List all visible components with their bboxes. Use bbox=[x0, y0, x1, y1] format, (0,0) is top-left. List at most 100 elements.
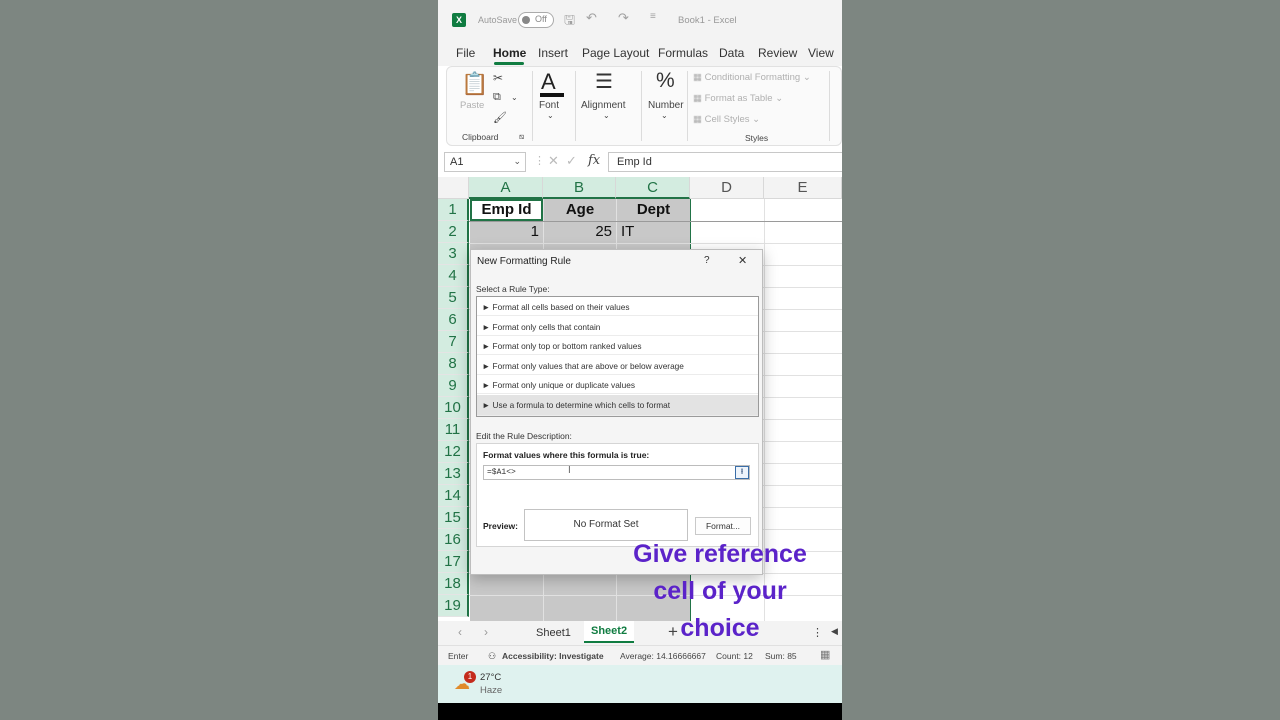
tab-view[interactable]: View bbox=[808, 46, 834, 60]
rule-type-item-selected[interactable]: ► Use a formula to determine which cells… bbox=[477, 395, 758, 416]
cell-styles-button[interactable]: ▦ Cell Styles ⌄ bbox=[693, 114, 760, 125]
row-header[interactable]: 4 bbox=[438, 265, 469, 287]
rule-type-item[interactable]: ► Format only unique or duplicate values bbox=[477, 375, 758, 395]
collapse-dialog-icon[interactable]: ⭱ bbox=[735, 466, 749, 479]
cell-c2[interactable]: IT bbox=[617, 221, 690, 243]
row-header[interactable]: 14 bbox=[438, 485, 469, 507]
scroll-right-icon[interactable]: › bbox=[484, 625, 488, 639]
format-as-table-button[interactable]: ▦ Format as Table ⌄ bbox=[693, 93, 783, 104]
formula-options-icon[interactable]: ⋮ bbox=[534, 154, 545, 167]
font-color-bar bbox=[540, 93, 564, 97]
undo-icon[interactable]: ↶ bbox=[586, 10, 597, 26]
column-header-a[interactable]: A bbox=[469, 177, 543, 199]
tab-insert[interactable]: Insert bbox=[538, 46, 568, 60]
select-all-corner[interactable] bbox=[438, 177, 469, 199]
autosave-label: AutoSave bbox=[478, 15, 518, 25]
save-icon[interactable]: 🖫 bbox=[564, 11, 575, 33]
redo-icon[interactable]: ↷ bbox=[618, 10, 629, 26]
row-header[interactable]: 8 bbox=[438, 353, 469, 375]
alignment-label: Alignment bbox=[581, 100, 626, 111]
column-header-b[interactable]: B bbox=[543, 177, 616, 199]
column-header-d[interactable]: D bbox=[690, 177, 764, 199]
toggle-knob bbox=[522, 16, 530, 24]
weather-condition: Haze bbox=[480, 685, 503, 696]
rule-type-item[interactable]: ► Format only cells that contain bbox=[477, 317, 758, 336]
name-box-value: A1 bbox=[450, 156, 464, 168]
row-header[interactable]: 12 bbox=[438, 441, 469, 463]
confirm-entry-icon[interactable]: ✓ bbox=[566, 153, 577, 169]
row-header[interactable]: 19 bbox=[438, 595, 469, 617]
formula-input[interactable]: Emp Id bbox=[608, 152, 842, 172]
number-button[interactable]: % Number ⌄ bbox=[645, 69, 689, 129]
sheet-tab-sheet1[interactable]: Sheet1 bbox=[536, 627, 571, 639]
row-header[interactable]: 3 bbox=[438, 243, 469, 265]
rule-type-item[interactable]: ► Format only values that are above or b… bbox=[477, 356, 758, 375]
column-header-e[interactable]: E bbox=[764, 177, 842, 199]
tab-page-layout[interactable]: Page Layout bbox=[582, 46, 649, 60]
font-button[interactable]: A Font ⌄ bbox=[537, 69, 569, 129]
row-header[interactable]: 10 bbox=[438, 397, 469, 419]
accessibility-status[interactable]: Accessibility: Investigate bbox=[502, 651, 604, 661]
cut-icon[interactable]: ✂ bbox=[493, 71, 503, 85]
copy-icon[interactable]: ⧉ bbox=[493, 91, 501, 104]
row-header[interactable]: 7 bbox=[438, 331, 469, 353]
row-header[interactable]: 9 bbox=[438, 375, 469, 397]
row-header[interactable]: 1 bbox=[438, 199, 469, 221]
format-button[interactable]: Format... bbox=[695, 517, 751, 535]
row-header[interactable]: 13 bbox=[438, 463, 469, 485]
rule-type-item[interactable]: ► Format all cells based on their values bbox=[477, 297, 758, 316]
cell-a2[interactable]: 1 bbox=[470, 221, 543, 243]
cell-c1[interactable]: Dept bbox=[617, 199, 690, 221]
cell-b1[interactable]: Age bbox=[544, 199, 616, 221]
name-box[interactable]: A1 ⌄ bbox=[444, 152, 526, 172]
alignment-button[interactable]: ☰ Alignment ⌄ bbox=[581, 69, 635, 129]
row-header[interactable]: 16 bbox=[438, 529, 469, 551]
tab-data[interactable]: Data bbox=[719, 46, 744, 60]
normal-view-icon[interactable]: ▦ bbox=[820, 648, 830, 661]
tab-review[interactable]: Review bbox=[758, 46, 797, 60]
conditional-formatting-button[interactable]: ▦ Conditional Formatting ⌄ bbox=[693, 72, 811, 83]
column-header-c[interactable]: C bbox=[616, 177, 690, 199]
status-mode: Enter bbox=[448, 651, 469, 661]
row-header[interactable]: 15 bbox=[438, 507, 469, 529]
rule-type-item[interactable]: ► Format only top or bottom ranked value… bbox=[477, 336, 758, 356]
scrollbar-arrow-icon[interactable]: ◀ bbox=[831, 626, 838, 637]
row-header[interactable]: 17 bbox=[438, 551, 469, 573]
alignment-dropdown-icon: ⌄ bbox=[603, 111, 610, 120]
name-box-dropdown-icon[interactable]: ⌄ bbox=[513, 156, 521, 167]
close-icon[interactable]: ✕ bbox=[738, 254, 747, 267]
quick-access-more-icon[interactable]: ≡ bbox=[650, 11, 656, 22]
cancel-entry-icon[interactable]: ✕ bbox=[548, 153, 559, 169]
row-header[interactable]: 6 bbox=[438, 309, 469, 331]
cell-a1[interactable]: Emp Id bbox=[470, 199, 543, 221]
tab-formulas[interactable]: Formulas bbox=[658, 46, 708, 60]
ribbon-tabs: File Home Insert Page Layout Formulas Da… bbox=[438, 40, 842, 66]
row-header[interactable]: 2 bbox=[438, 221, 469, 243]
autosave-toggle[interactable]: Off bbox=[518, 12, 554, 28]
tab-home[interactable]: Home bbox=[493, 46, 526, 60]
clipboard-launcher-icon[interactable]: ⧅ bbox=[519, 132, 524, 142]
title-bar: X AutoSave Off 🖫 ↶ ↷ ≡ Book1 - Excel bbox=[438, 0, 842, 40]
insert-function-icon[interactable]: fx bbox=[588, 153, 600, 168]
tab-file[interactable]: File bbox=[456, 46, 475, 60]
ribbon-separator bbox=[829, 71, 830, 141]
preview-label: Preview: bbox=[483, 521, 518, 531]
row-header[interactable]: 5 bbox=[438, 287, 469, 309]
format-painter-icon[interactable]: 🖌 bbox=[493, 111, 507, 124]
row-header[interactable]: 11 bbox=[438, 419, 469, 441]
copy-dropdown-icon[interactable]: ⌄ bbox=[511, 93, 518, 102]
row-header[interactable]: 18 bbox=[438, 573, 469, 595]
scroll-left-icon[interactable]: ‹ bbox=[458, 625, 462, 639]
paste-label[interactable]: Paste bbox=[460, 100, 484, 111]
number-dropdown-icon: ⌄ bbox=[661, 111, 668, 120]
font-dropdown-icon: ⌄ bbox=[547, 111, 554, 120]
cell-b2[interactable]: 25 bbox=[544, 221, 616, 243]
windows-taskbar: ☁ 1 27°C Haze bbox=[438, 665, 842, 703]
accessibility-icon[interactable]: ⚇ bbox=[488, 651, 496, 662]
formula-field[interactable]: =$A1<> ⭱ bbox=[483, 465, 750, 480]
styles-group-label: Styles bbox=[745, 133, 769, 143]
paste-icon[interactable]: 📋 bbox=[461, 71, 488, 97]
window-title: Book1 - Excel bbox=[678, 15, 737, 26]
alignment-icon: ☰ bbox=[595, 71, 613, 93]
help-button[interactable]: ? bbox=[704, 255, 710, 266]
